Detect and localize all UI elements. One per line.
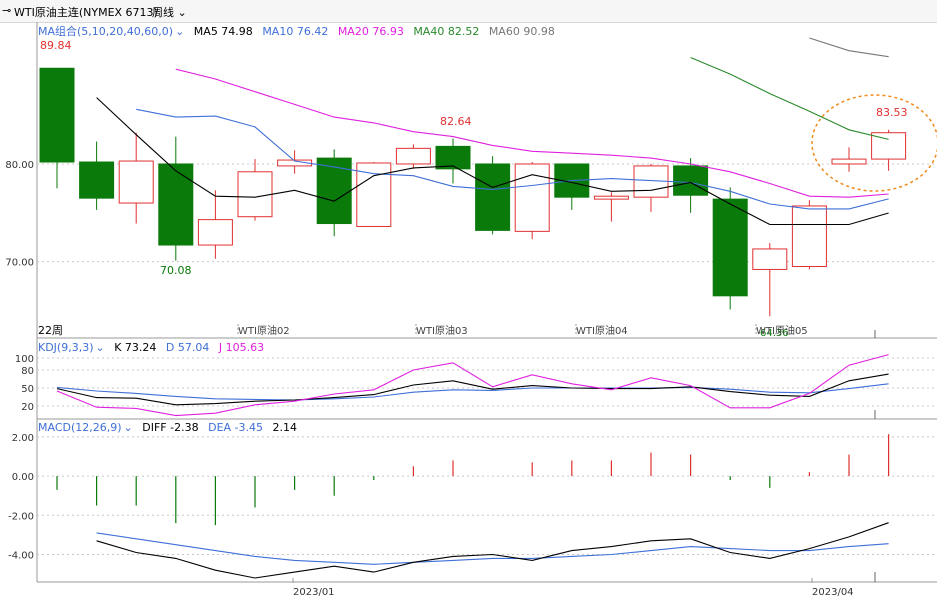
macd-tick-label: 0.00 — [12, 472, 34, 483]
candle-body — [39, 67, 75, 163]
macd-tick-label: -2.00 — [8, 511, 34, 522]
candle-body — [79, 161, 115, 199]
candle-body — [158, 163, 194, 246]
week-count-label: 22周 — [38, 324, 63, 337]
ma60-line — [809, 37, 889, 58]
candle-body — [395, 147, 431, 165]
candle-body — [237, 171, 273, 218]
high-marker: 89.84 — [40, 39, 72, 52]
main-tick-label: 70.00 — [5, 258, 34, 269]
chart-frame — [36, 22, 937, 583]
candle-body — [593, 195, 629, 200]
last-marker: 83.53 — [876, 106, 908, 119]
candle-body — [831, 158, 867, 165]
kdj-tick-label: 100 — [15, 354, 34, 365]
candle-body — [673, 165, 709, 196]
macd-panel — [56, 434, 890, 579]
macd-dea-line — [96, 532, 889, 565]
ma40-line — [690, 56, 889, 140]
candle-body — [791, 205, 827, 268]
mid-high-marker: 82.64 — [440, 115, 472, 128]
main-tick-label: 80.00 — [5, 160, 34, 171]
kdj-k-line — [56, 373, 889, 406]
candle-body — [316, 157, 352, 225]
date-label-2023-01: 2023/01 — [293, 587, 335, 598]
contract-label-02: WTI原油02 — [238, 324, 290, 337]
candle-body — [712, 198, 748, 297]
kdj-tick-label: 20 — [21, 402, 34, 413]
contract-label-04: WTI原油04 — [576, 324, 628, 337]
candle-body — [118, 160, 154, 204]
macd-tick-label: 2.00 — [12, 433, 34, 444]
candle-body — [356, 162, 392, 227]
candle-body — [514, 163, 550, 232]
candle-body — [197, 219, 233, 246]
kdj-tick-label: 80 — [21, 366, 34, 377]
low-marker: 70.08 — [160, 264, 192, 277]
macd-tick-label: -4.00 — [8, 550, 34, 561]
date-label-2023-04: 2023/04 — [812, 587, 854, 598]
candle-body — [752, 248, 788, 270]
kdj-tick-label: 50 — [21, 384, 34, 395]
contract-label-03: WTI原油03 — [416, 324, 468, 337]
chart-canvas[interactable]: 80.00 70.00 10080 50 20 2.00 0.00 -2.00 -4.00 22… — [0, 0, 937, 601]
contract-label-05: WTI原油05 — [756, 324, 808, 337]
kdj-d-line — [56, 383, 889, 401]
candle-body — [475, 163, 511, 231]
